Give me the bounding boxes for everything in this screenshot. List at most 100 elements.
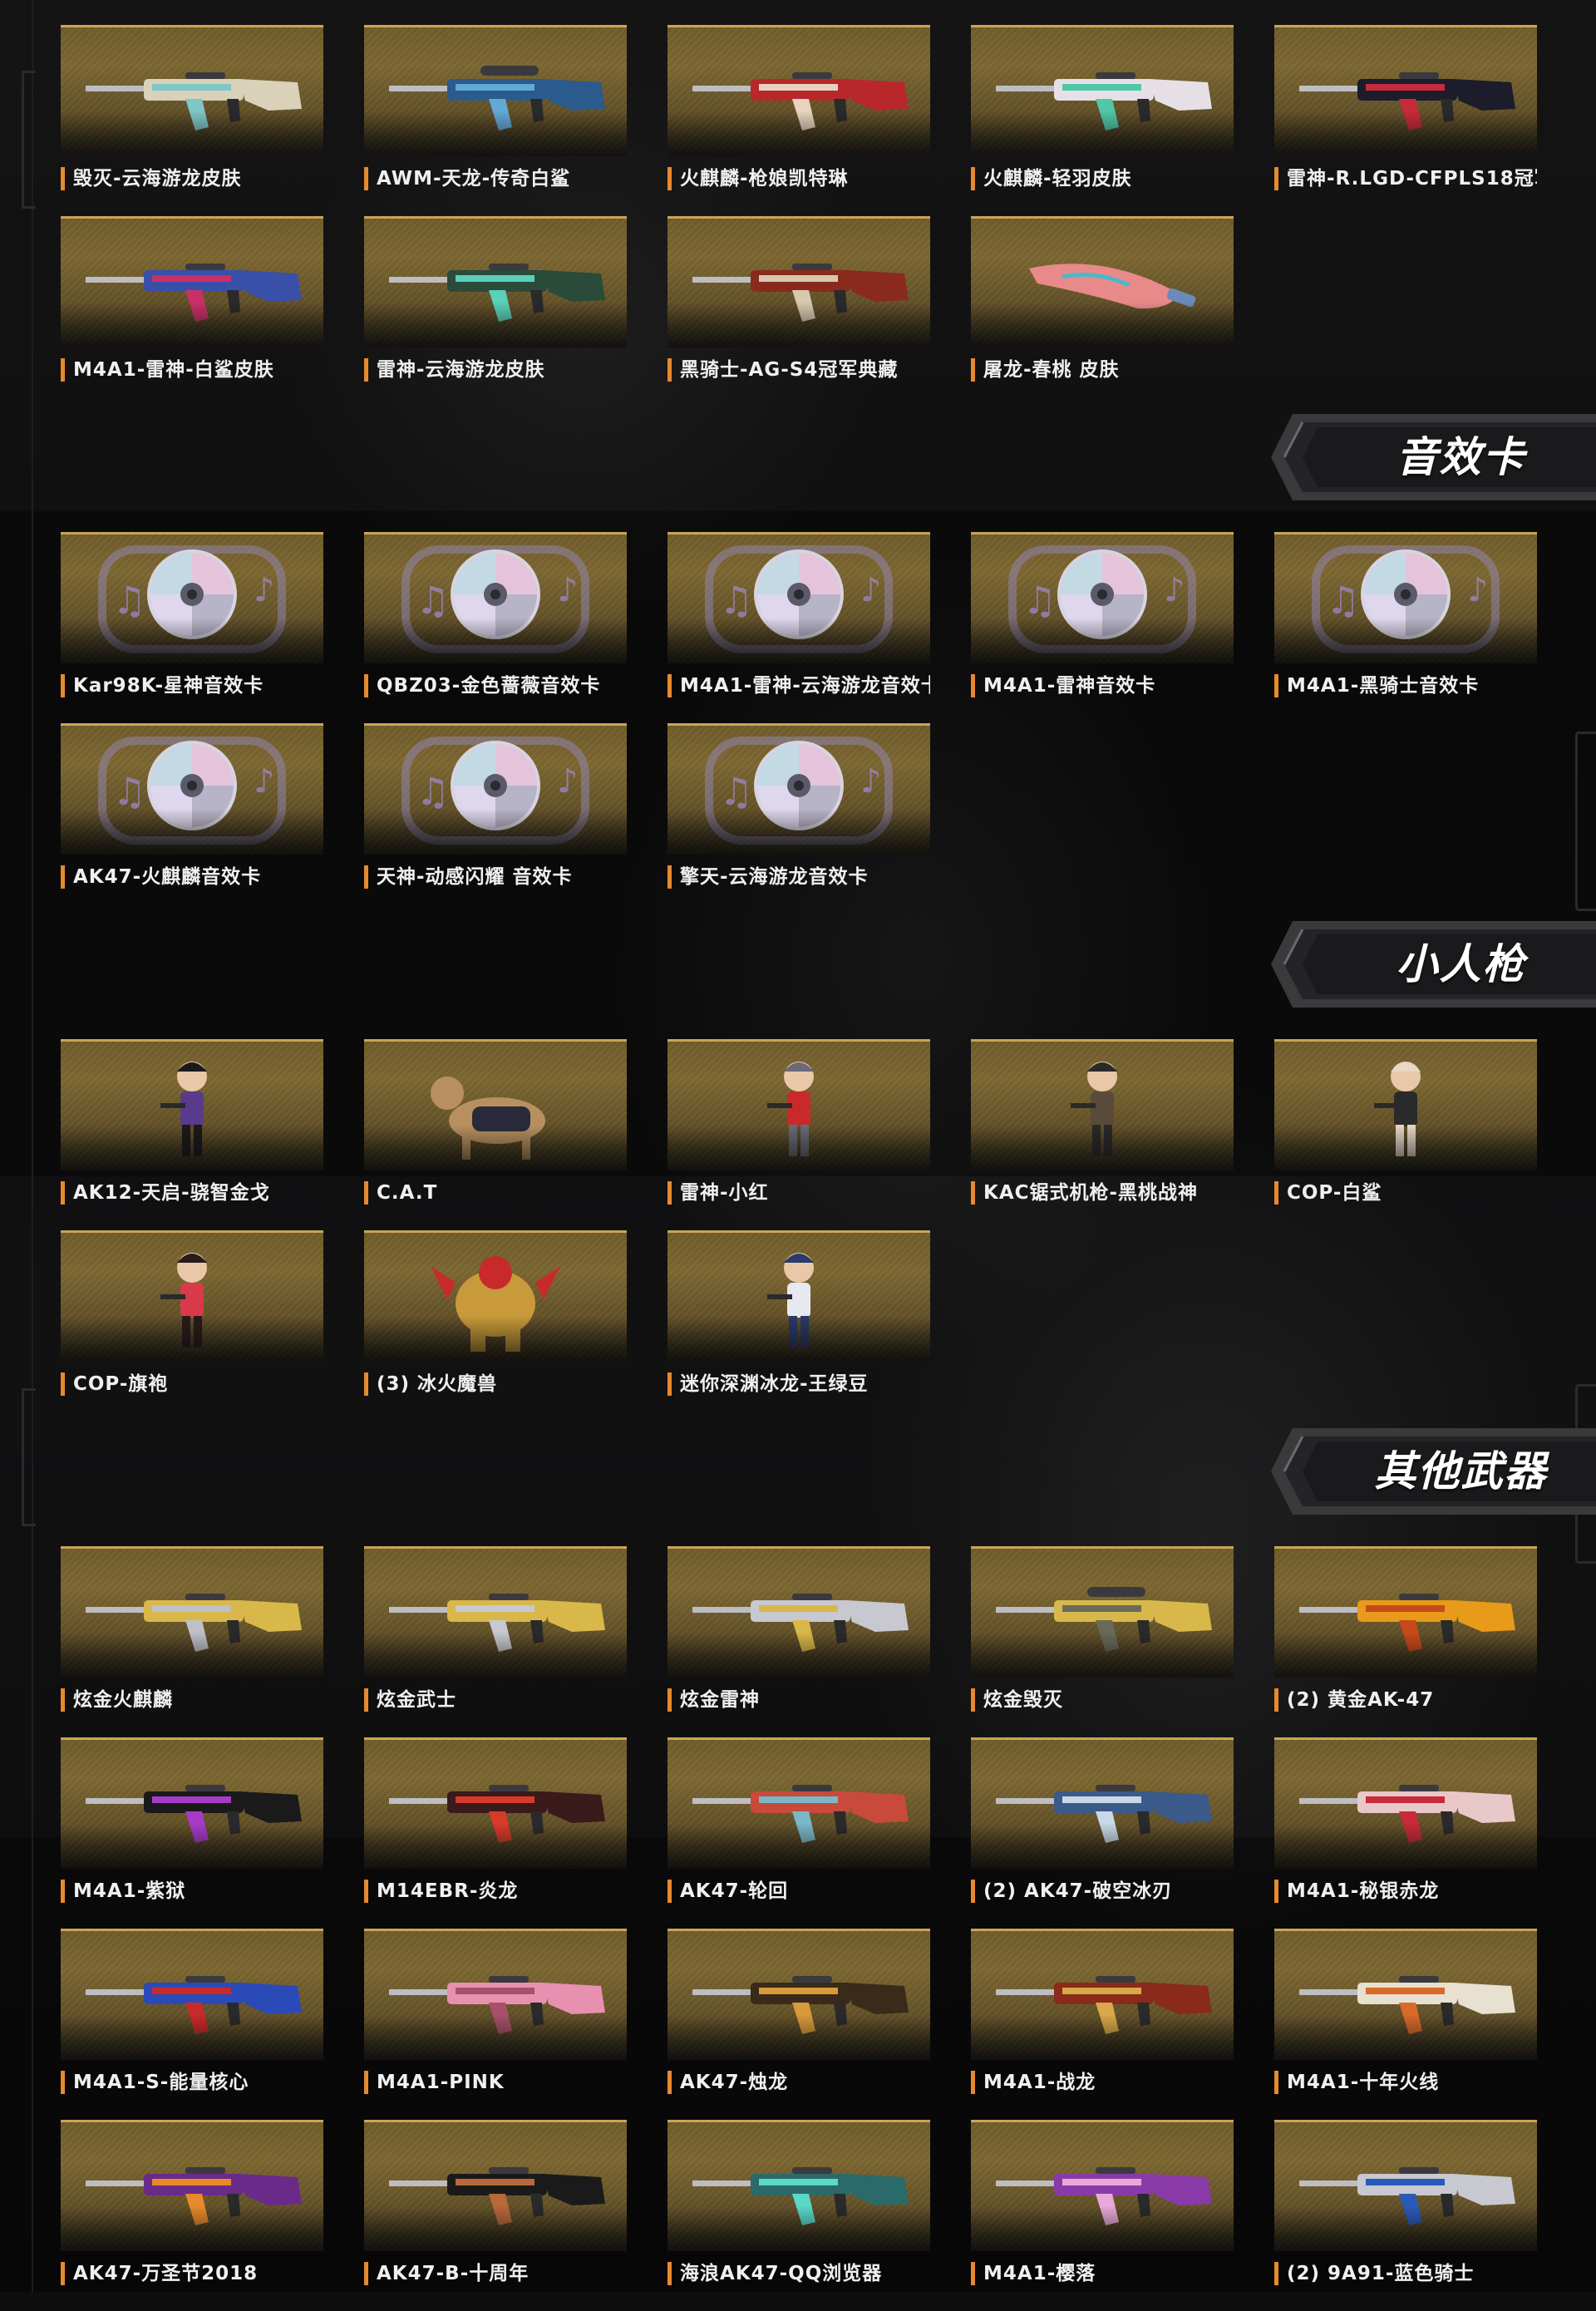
rifle-icon xyxy=(692,1594,909,1652)
item-card[interactable]: ♫ ♪ 天神-动感闪耀 音效卡 xyxy=(364,723,627,914)
item-card[interactable]: (2) AK47-破空冰刃 xyxy=(971,1737,1234,1929)
mini-figure-icon xyxy=(1071,1062,1117,1156)
item-card[interactable]: ♫ ♪ 擎天-云海游龙音效卡 xyxy=(667,723,930,914)
right-frame-rail xyxy=(1559,0,1596,2292)
item-card[interactable]: KAC锯式机枪-黑桃战神 xyxy=(971,1039,1234,1230)
item-card[interactable]: 炫金火麒麟 xyxy=(61,1546,323,1737)
rifle-icon xyxy=(389,2167,605,2225)
svg-text:♫: ♫ xyxy=(416,578,450,623)
svg-text:♫: ♫ xyxy=(719,578,753,623)
rifle-icon xyxy=(86,72,302,131)
item-thumbnail: ♫ ♪ xyxy=(971,532,1234,663)
item-card[interactable]: AK47-B-十周年 xyxy=(364,2120,627,2311)
item-card[interactable]: M4A1-紫狱 xyxy=(61,1737,323,1929)
sound-disc-icon: ♫ ♪ xyxy=(705,545,893,653)
item-card[interactable]: AK47-烛龙 xyxy=(667,1929,930,2120)
item-card[interactable]: 雷神-云海游龙皮肤 xyxy=(364,216,627,407)
item-label: (2) AK47-破空冰刃 xyxy=(971,1880,1234,1903)
item-label: 海浪AK47-QQ浏览器 xyxy=(667,2262,930,2285)
item-card[interactable]: 炫金雷神 xyxy=(667,1546,930,1737)
item-card[interactable]: COP-白鲨 xyxy=(1274,1039,1537,1230)
item-card[interactable]: M4A1-PINK xyxy=(364,1929,627,2120)
item-card[interactable]: M4A1-战龙 xyxy=(971,1929,1234,2120)
rifle-icon xyxy=(692,72,909,131)
item-card[interactable]: ♫ ♪ M4A1-雷神-云海游龙音效卡 xyxy=(667,532,930,723)
rifle-icon xyxy=(996,1785,1212,1843)
item-card[interactable]: AWM-天龙-传奇白鲨 xyxy=(364,25,627,216)
item-thumbnail: ♫ ♪ xyxy=(364,532,627,663)
item-thumbnail xyxy=(61,1546,323,1678)
svg-text:♪: ♪ xyxy=(860,571,882,609)
item-label: AK47-B-十周年 xyxy=(364,2262,627,2285)
item-card[interactable]: ♫ ♪ Kar98K-星神音效卡 xyxy=(61,532,323,723)
item-label: AWM-天龙-传奇白鲨 xyxy=(364,167,627,190)
item-thumbnail: ♫ ♪ xyxy=(667,723,930,855)
rifle-icon xyxy=(389,1594,605,1652)
item-label: M4A1-PINK xyxy=(364,2071,627,2094)
item-card[interactable]: 迷你深渊冰龙-王绿豆 xyxy=(667,1230,930,1422)
item-thumbnail xyxy=(364,216,627,347)
item-thumbnail xyxy=(971,1737,1234,1869)
item-grid: 毁灭-云海游龙皮肤 AWM-天龙-传奇白鲨 火麒麟-枪娘凯特琳 火麒麟-轻羽皮肤 雷神-… xyxy=(61,25,1537,407)
item-card[interactable]: M4A1-S-能量核心 xyxy=(61,1929,323,2120)
item-card[interactable]: ♫ ♪ M4A1-雷神音效卡 xyxy=(971,532,1234,723)
item-label: COP-白鲨 xyxy=(1274,1181,1537,1205)
item-card[interactable]: ♫ ♪ M4A1-黑骑士音效卡 xyxy=(1274,532,1537,723)
item-thumbnail: ♫ ♪ xyxy=(61,532,323,663)
item-card[interactable]: (2) 9A91-蓝色骑士 xyxy=(1274,2120,1537,2311)
rifle-icon xyxy=(86,1785,302,1843)
item-card[interactable]: M4A1-十年火线 xyxy=(1274,1929,1537,2120)
item-card[interactable]: ♫ ♪ AK47-火麒麟音效卡 xyxy=(61,723,323,914)
item-card[interactable]: ♫ ♪ QBZ03-金色蔷薇音效卡 xyxy=(364,532,627,723)
item-card[interactable]: M14EBR-炎龙 xyxy=(364,1737,627,1929)
item-label: M4A1-S-能量核心 xyxy=(61,2071,323,2094)
item-card[interactable]: 雷神-小红 xyxy=(667,1039,930,1230)
item-card[interactable]: 屠龙-春桃 皮肤 xyxy=(971,216,1234,407)
sound-disc-icon: ♫ ♪ xyxy=(401,545,589,653)
item-card[interactable]: M4A1-樱落 xyxy=(971,2120,1234,2311)
mini-figure-icon xyxy=(160,1062,207,1156)
item-thumbnail xyxy=(364,2120,627,2251)
item-card[interactable]: 火麒麟-轻羽皮肤 xyxy=(971,25,1234,216)
item-label: Kar98K-星神音效卡 xyxy=(61,674,323,697)
rifle-icon xyxy=(692,1785,909,1843)
item-thumbnail xyxy=(667,25,930,156)
smg-icon xyxy=(1299,2167,1515,2225)
sound-disc-icon: ♫ ♪ xyxy=(705,737,893,845)
item-card[interactable]: AK12-天启-骁智金戈 xyxy=(61,1039,323,1230)
item-card[interactable]: 黑骑士-AG-S4冠军典藏 xyxy=(667,216,930,407)
item-label: C.A.T xyxy=(364,1181,627,1205)
sound-disc-icon: ♫ ♪ xyxy=(401,737,589,845)
item-card[interactable]: 炫金毁灭 xyxy=(971,1546,1234,1737)
item-card[interactable]: 雷神-R.LGD-CFPLS18冠军 xyxy=(1274,25,1537,216)
item-card[interactable]: M4A1-秘银赤龙 xyxy=(1274,1737,1537,1929)
item-card[interactable]: (2) 黄金AK-47 xyxy=(1274,1546,1537,1737)
item-thumbnail xyxy=(667,216,930,347)
item-card[interactable]: AK47-万圣节2018 xyxy=(61,2120,323,2311)
item-card[interactable]: (3) 冰火魔兽 xyxy=(364,1230,627,1422)
svg-text:♪: ♪ xyxy=(860,762,882,801)
item-label: M4A1-十年火线 xyxy=(1274,2071,1537,2094)
svg-text:♫: ♫ xyxy=(719,769,753,814)
item-thumbnail xyxy=(667,1230,930,1362)
item-thumbnail xyxy=(1274,25,1537,156)
item-label: M4A1-战龙 xyxy=(971,2071,1234,2094)
rifle-icon xyxy=(1299,1976,1515,2034)
item-card[interactable]: 火麒麟-枪娘凯特琳 xyxy=(667,25,930,216)
item-thumbnail xyxy=(971,25,1234,156)
rifle-icon xyxy=(1299,1594,1515,1652)
item-card[interactable]: M4A1-雷神-白鲨皮肤 xyxy=(61,216,323,407)
rifle-icon xyxy=(692,2167,909,2225)
item-card[interactable]: C.A.T xyxy=(364,1039,627,1230)
item-label: 屠龙-春桃 皮肤 xyxy=(971,358,1234,382)
item-card[interactable]: AK47-轮回 xyxy=(667,1737,930,1929)
item-card[interactable]: COP-旗袍 xyxy=(61,1230,323,1422)
item-card[interactable]: 毁灭-云海游龙皮肤 xyxy=(61,25,323,216)
item-label: 毁灭-云海游龙皮肤 xyxy=(61,167,323,190)
item-card[interactable]: 炫金武士 xyxy=(364,1546,627,1737)
mini-figure-icon xyxy=(767,1062,814,1156)
item-label: M4A1-雷神音效卡 xyxy=(971,674,1234,697)
rifle-icon xyxy=(996,1976,1212,2034)
item-card[interactable]: 海浪AK47-QQ浏览器 xyxy=(667,2120,930,2311)
item-thumbnail xyxy=(1274,1039,1537,1170)
